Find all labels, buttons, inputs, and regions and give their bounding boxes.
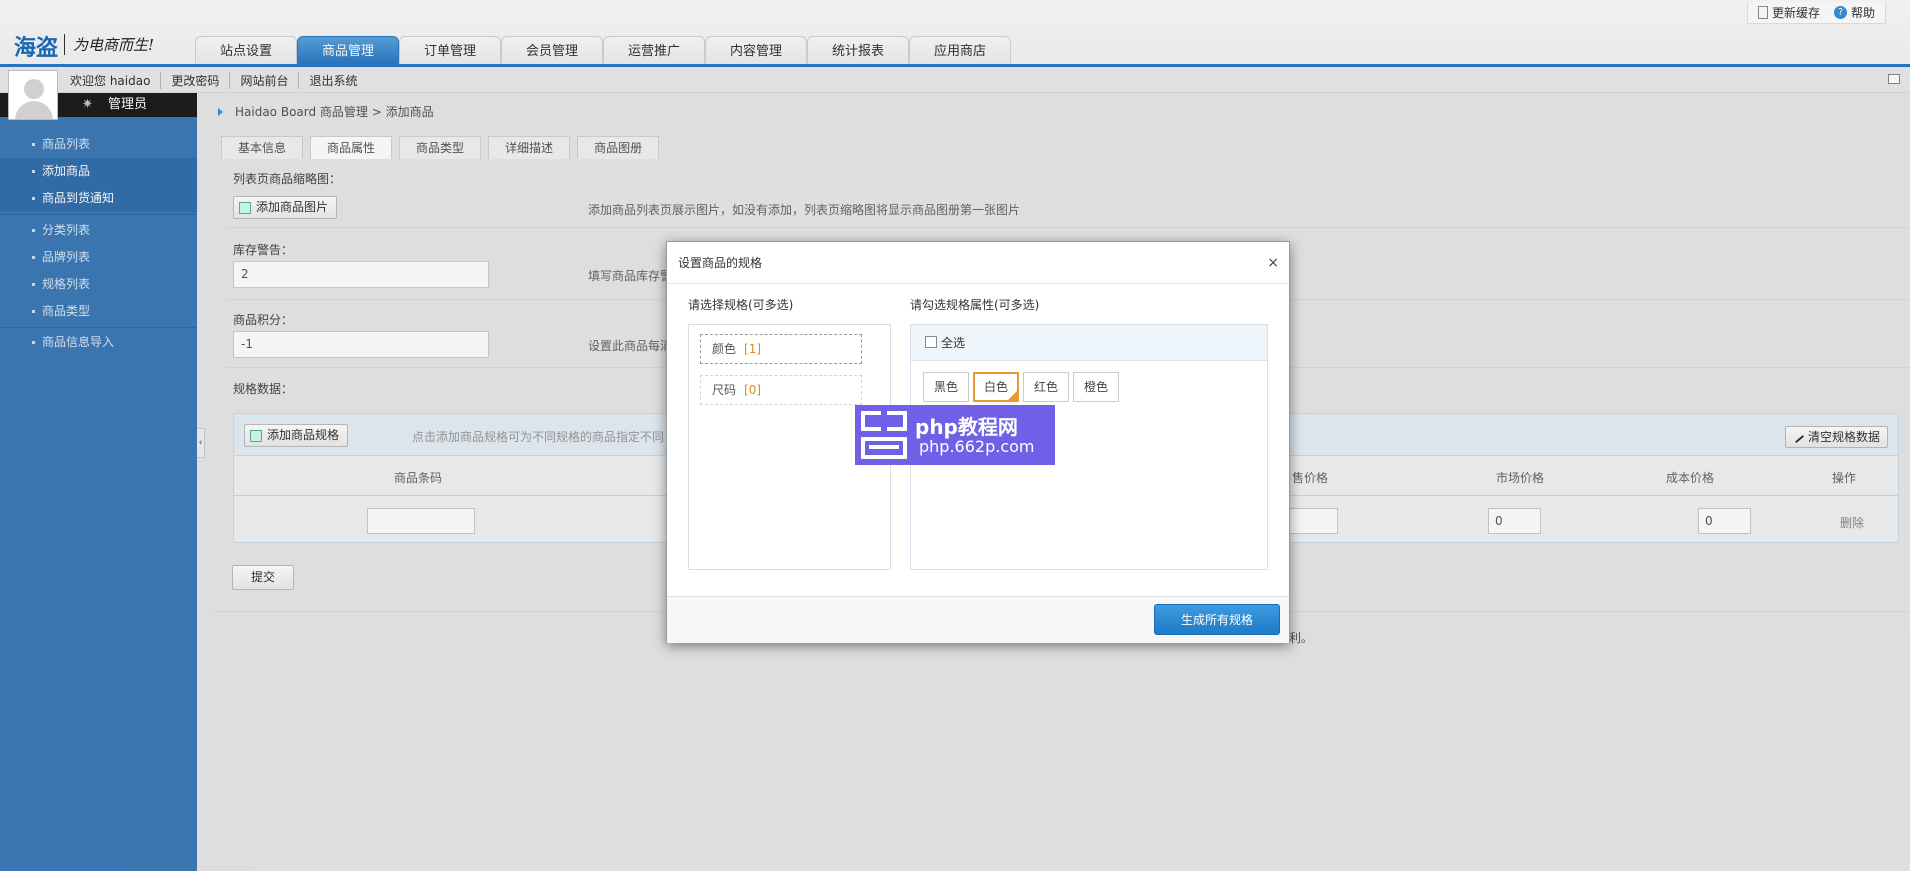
dialog-title: 设置商品的规格 (667, 242, 1289, 284)
avatar-head (24, 79, 44, 99)
watermark-logo-icon (861, 411, 907, 459)
avatar-body (15, 101, 53, 119)
select-all-checkbox[interactable] (925, 336, 937, 348)
spec-select-label: 请选择规格(可多选) (688, 298, 794, 312)
close-icon[interactable]: × (1267, 242, 1279, 284)
generate-specs-button[interactable]: 生成所有规格 (1154, 604, 1280, 635)
spec-item-size[interactable]: 尺码 [0] (700, 375, 862, 405)
spec-item-name: 颜色 (712, 342, 737, 356)
option-orange[interactable]: 橙色 (1073, 372, 1119, 402)
watermark-title: php教程网 (915, 415, 1018, 439)
spec-item-count: [0] (744, 383, 762, 397)
watermark: php教程网 php.662p.com (855, 405, 1055, 465)
spec-item-color[interactable]: 颜色 [1] (700, 334, 862, 364)
avatar (8, 70, 58, 120)
option-red[interactable]: 红色 (1023, 372, 1069, 402)
watermark-url: php.662p.com (919, 437, 1035, 456)
select-all-row[interactable]: 全选 (911, 325, 1267, 361)
select-all-label: 全选 (941, 336, 966, 350)
spec-item-count: [1] (744, 342, 762, 356)
option-white[interactable]: 白色 (973, 372, 1019, 402)
option-black[interactable]: 黑色 (923, 372, 969, 402)
dialog-footer: 生成所有规格 (667, 596, 1289, 643)
spec-attr-label: 请勾选规格属性(可多选) (910, 298, 1040, 312)
spec-item-name: 尺码 (712, 383, 737, 397)
